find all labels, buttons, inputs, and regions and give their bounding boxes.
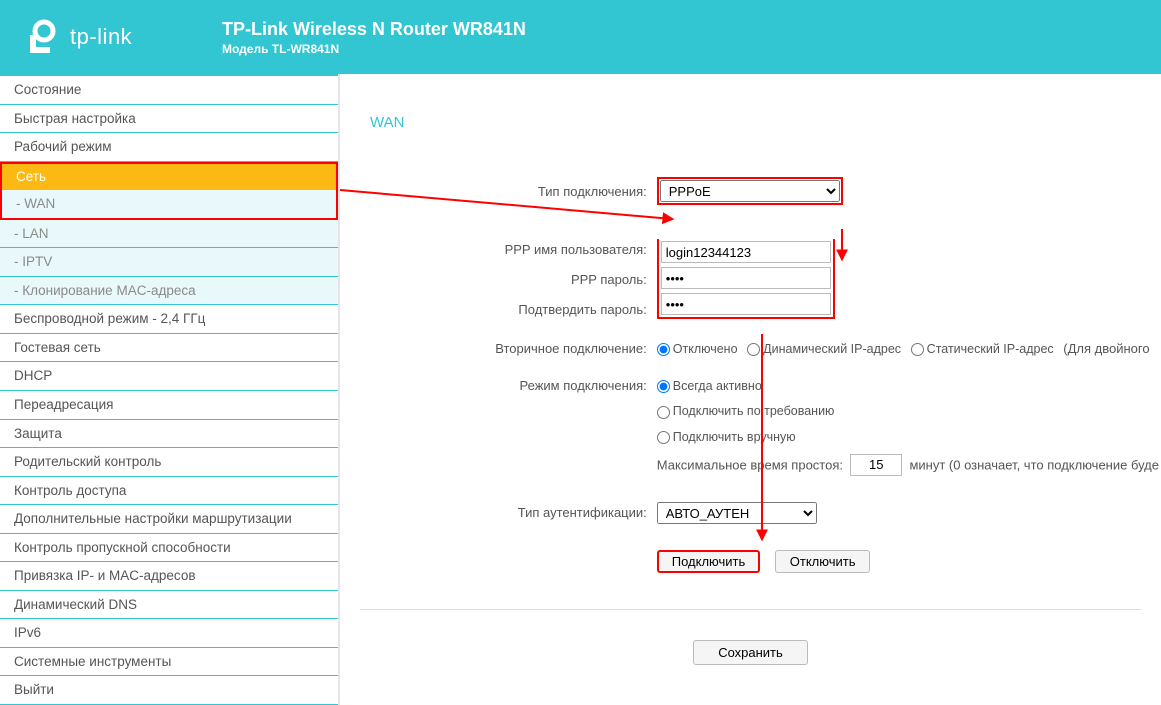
label-idle: Максимальное время простоя: — [657, 457, 843, 472]
sidebar-item-status[interactable]: Состояние — [0, 76, 338, 105]
disconnect-button[interactable]: Отключить — [775, 550, 871, 573]
save-button[interactable]: Сохранить — [693, 640, 808, 665]
radio-secondary-off-wrap[interactable]: Отключено — [657, 342, 738, 356]
radio-secondary-dyn[interactable] — [747, 343, 760, 356]
label-ppp-pass: PPP пароль: — [342, 265, 655, 293]
sidebar-item-bind[interactable]: Привязка IP- и MAC-адресов — [0, 562, 338, 591]
input-ppp-user[interactable] — [661, 241, 831, 263]
radio-mode-always-wrap[interactable]: Всегда активно — [657, 379, 762, 393]
sidebar-sub-iptv[interactable]: - IPTV — [0, 248, 338, 277]
radio-mode-demand-wrap[interactable]: Подключить по требованию — [657, 404, 835, 418]
sidebar-item-wireless[interactable]: Беспроводной режим - 2,4 ГГц — [0, 305, 338, 334]
sidebar-item-parent[interactable]: Родительский контроль — [0, 448, 338, 477]
label-ppp-conf: Подтвердить пароль: — [342, 295, 655, 323]
select-conn-type[interactable]: PPPoE — [660, 180, 840, 202]
radio-mode-manual[interactable] — [657, 431, 670, 444]
sidebar-item-dhcp[interactable]: DHCP — [0, 362, 338, 391]
radio-mode-manual-wrap[interactable]: Подключить вручную — [657, 430, 796, 444]
sidebar-item-fwd[interactable]: Переадресация — [0, 391, 338, 420]
sidebar-item-logout[interactable]: Выйти — [0, 676, 338, 705]
label-ppp-user: PPP имя пользователя: — [342, 235, 655, 263]
page-title: TP-Link Wireless N Router WR841N — [222, 18, 526, 41]
sidebar-item-bw[interactable]: Контроль пропускной способности — [0, 534, 338, 563]
radio-secondary-stat-wrap[interactable]: Статический IP-адрес — [911, 342, 1054, 356]
radio-secondary-dyn-wrap[interactable]: Динамический IP-адрес — [747, 342, 901, 356]
label-idle-unit: минут (0 означает, что подключение буде — [909, 457, 1159, 472]
tplink-icon — [22, 17, 62, 57]
brand-logo: tp-link — [22, 17, 222, 57]
main-panel: WAN Тип подключения: PPPoE — [338, 74, 1161, 705]
sidebar-sub-macclone[interactable]: - Клонирование MAC-адреса — [0, 277, 338, 306]
label-conn-mode: Режим подключения: — [342, 374, 655, 397]
sidebar-item-guest[interactable]: Гостевая сеть — [0, 334, 338, 363]
sidebar-item-ddns[interactable]: Динамический DNS — [0, 591, 338, 620]
sidebar-item-ipv6[interactable]: IPv6 — [0, 619, 338, 648]
sidebar-item-route[interactable]: Дополнительные настройки маршрутизации — [0, 505, 338, 534]
sidebar-item-network[interactable]: Сеть — [0, 162, 338, 191]
sidebar-sub-lan[interactable]: - LAN — [0, 220, 338, 249]
radio-mode-always[interactable] — [657, 380, 670, 393]
text-secondary-extra: (Для двойного — [1063, 341, 1149, 356]
brand-text: tp-link — [70, 24, 132, 50]
connect-button[interactable]: Подключить — [657, 550, 761, 573]
radio-secondary-stat[interactable] — [911, 343, 924, 356]
select-auth-type[interactable]: АВТО_АУТЕН — [657, 502, 817, 524]
input-idle-time[interactable] — [850, 454, 902, 476]
label-secondary: Вторичное подключение: — [342, 337, 655, 360]
input-ppp-conf[interactable] — [661, 293, 831, 315]
header-bar: tp-link TP-Link Wireless N Router WR841N… — [0, 0, 1161, 74]
sidebar-item-access[interactable]: Контроль доступа — [0, 477, 338, 506]
label-auth: Тип аутентификации: — [342, 498, 655, 528]
sidebar-item-quick[interactable]: Быстрая настройка — [0, 105, 338, 134]
separator — [360, 609, 1141, 610]
section-heading-wan: WAN — [370, 114, 1161, 131]
page-subtitle: Модель TL-WR841N — [222, 42, 526, 56]
input-ppp-pass[interactable] — [661, 267, 831, 289]
sidebar-item-tools[interactable]: Системные инструменты — [0, 648, 338, 677]
radio-secondary-off[interactable] — [657, 343, 670, 356]
sidebar-sub-wan[interactable]: - WAN — [0, 190, 338, 220]
label-conn-type: Тип подключения: — [342, 173, 655, 209]
sidebar: Состояние Быстрая настройка Рабочий режи… — [0, 74, 338, 705]
sidebar-item-mode[interactable]: Рабочий режим — [0, 133, 338, 162]
radio-mode-demand[interactable] — [657, 406, 670, 419]
sidebar-item-security[interactable]: Защита — [0, 420, 338, 449]
